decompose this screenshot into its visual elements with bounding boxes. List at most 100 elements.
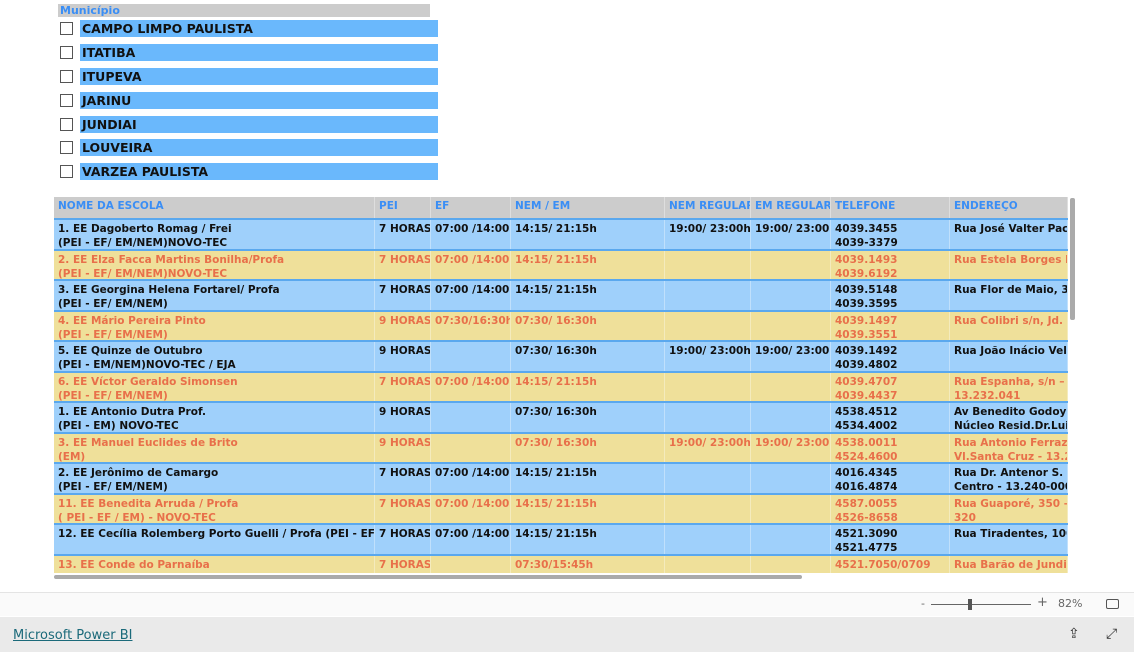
cell-text: 3. EE Manuel Euclides de Brito [58, 436, 238, 449]
cell-text: 07:30/ 16:30h [515, 406, 597, 418]
checkbox[interactable] [60, 22, 73, 36]
cell-text: Av Benedito Godoy Ca [954, 406, 1067, 418]
fit-page-icon[interactable] [1106, 599, 1119, 609]
slicer-item[interactable]: ITATIBA [58, 41, 438, 65]
cell-text: 4534.4002 [835, 420, 898, 432]
table-row[interactable]: 11. EE Benedita Arruda / Profa( PEI - EF… [54, 494, 1068, 525]
cell-text: (PEI - EF/ EM/NEM)NOVO-TEC [58, 237, 228, 249]
table-row[interactable]: 3. EE Manuel Euclides de Brito (EM) 9 HORA… [54, 433, 1068, 464]
table-cell: 7 HORAS [375, 281, 431, 310]
zoom-slider-thumb[interactable] [968, 599, 972, 610]
checkbox[interactable] [60, 46, 73, 60]
column-header[interactable]: NOME DA ESCOLA [54, 197, 375, 218]
cell-text: 3. EE Georgina Helena Fortarel/ Profa [58, 284, 280, 296]
table-row[interactable]: 13. EE Conde do Parnaíba 7 HORAS 07:30/15:… [54, 555, 1068, 573]
cell-text: (PEI - EF/ EM/NEM)NOVO-TEC [58, 267, 228, 280]
cell-text: Rua Tiradentes, 100 – [954, 528, 1067, 540]
cell-text: 4521.4775 [835, 542, 898, 554]
slicer-item[interactable]: LOUVEIRA [58, 136, 438, 160]
table-cell: Rua João Inácio Velasco [950, 342, 1068, 371]
table-cell: 9 HORAS [375, 433, 431, 462]
slicer-item[interactable]: JARINU [58, 88, 438, 112]
table-cell: 19:00/ 23:00h [665, 220, 751, 249]
zoom-in-button[interactable]: + [1037, 595, 1048, 610]
slicer-item-label: JARINU [80, 91, 438, 109]
table-cell: 12. EE Cecília Rolemberg Porto Guelli / … [54, 525, 375, 554]
checkbox[interactable] [60, 141, 73, 155]
slicer-item[interactable]: JUNDIAI [58, 112, 438, 136]
column-header[interactable]: NEM / EM [511, 197, 665, 218]
table-cell: 4521.3090 4521.4775 [831, 525, 950, 554]
column-header[interactable]: EM REGULAR [751, 197, 831, 218]
cell-text: 07:00 /14:00h [435, 497, 511, 510]
column-header[interactable]: EF [431, 197, 511, 218]
cell-text: Rua Guaporé, 350 – Vl [954, 497, 1067, 510]
table-cell: 1. EE Dagoberto Romag / Frei (PEI - EF/ E… [54, 220, 375, 249]
cell-text: 12. EE Cecília Rolemberg Porto Guelli / … [58, 528, 375, 540]
zoom-out-button[interactable]: - [921, 597, 925, 610]
cell-text: 4538.4512 [835, 406, 898, 418]
column-header[interactable]: NEM REGULAR [665, 197, 751, 218]
table-row[interactable]: 1. EE Dagoberto Romag / Frei (PEI - EF/ E… [54, 220, 1068, 251]
table-cell: 4039.1497 4039.3551 [831, 311, 950, 340]
horizontal-scrollbar[interactable] [54, 575, 802, 579]
column-header[interactable]: ENDEREÇO [950, 197, 1068, 218]
slicer-item[interactable]: CAMPO LIMPO PAULISTA [58, 17, 438, 41]
checkbox[interactable] [60, 165, 73, 179]
table-cell: 07:30/ 16:30h [511, 311, 665, 340]
table-row[interactable]: 4. EE Mário Pereira Pinto (PEI - EF/ EM/N… [54, 311, 1068, 342]
cell-text: (PEI - EM) NOVO-TEC [58, 420, 179, 432]
cell-text: Rua Espanha, s/n – Jd. [954, 375, 1067, 388]
table-cell: 6. EE Víctor Geraldo Simonsen (PEI - EF/ … [54, 372, 375, 401]
cell-text: Rua Antonio Ferraz Co [954, 436, 1068, 449]
cell-text: 7 HORAS [379, 253, 431, 266]
cell-text: 7 HORAS [379, 284, 431, 296]
table-cell: 07:30/ 16:30h [511, 433, 665, 462]
column-header[interactable]: TELEFONE [831, 197, 950, 218]
cell-text: 4526-8658 [835, 511, 898, 524]
zoom-slider[interactable] [931, 604, 1031, 605]
cell-text: 7 HORAS [379, 375, 431, 388]
table-cell [431, 555, 511, 573]
cell-text: 4039.4707 [835, 375, 898, 388]
checkbox[interactable] [60, 93, 73, 107]
cell-text: 4016.4345 [835, 467, 898, 479]
power-bi-link[interactable]: Microsoft Power BI [13, 628, 132, 643]
table-cell: 1. EE Antonio Dutra Prof. (PEI - EM) NOVO… [54, 403, 375, 432]
table-row[interactable]: 6. EE Víctor Geraldo Simonsen (PEI - EF/ … [54, 372, 1068, 403]
slicer-item[interactable]: ITUPEVA [58, 65, 438, 89]
slicer-item[interactable]: VARZEA PAULISTA [58, 160, 438, 184]
table-cell: 11. EE Benedita Arruda / Profa( PEI - EF… [54, 494, 375, 523]
table-cell: 4039.4707 4039.4437 [831, 372, 950, 401]
table-row[interactable]: 12. EE Cecília Rolemberg Porto Guelli / … [54, 525, 1068, 556]
table-row[interactable]: 5. EE Quinze de Outubro (PEI - EM/NEM)NOV… [54, 342, 1068, 373]
table-cell: Rua Espanha, s/n – Jd.13.232.041 [950, 372, 1068, 401]
cell-text: 4039.1497 [835, 314, 898, 327]
expand-icon[interactable]: ⤢ [1106, 626, 1117, 642]
table-cell: 07:30/ 16:30h [511, 342, 665, 371]
table-cell: 7 HORAS [375, 494, 431, 523]
cell-text: 07:00 /14:00h [435, 528, 511, 540]
cell-text: 9 HORAS [379, 406, 431, 418]
checkbox[interactable] [60, 69, 73, 83]
table-row[interactable]: 3. EE Georgina Helena Fortarel/ Profa (PE… [54, 281, 1068, 312]
table-row[interactable]: 2. EE Elza Facca Martins Bonilha/Profa (P… [54, 250, 1068, 281]
table-cell [751, 311, 831, 340]
table-cell: Rua Colibri s/n, Jd. Sa [950, 311, 1068, 340]
table-row[interactable]: 2. EE Jerônimo de Camargo (PEI - EF/ EM/N… [54, 464, 1068, 495]
share-icon[interactable]: ⇪ [1068, 626, 1080, 642]
cell-text: 14:15/ 21:15h [515, 284, 597, 296]
table-row[interactable]: 1. EE Antonio Dutra Prof. (PEI - EM) NOVO… [54, 403, 1068, 434]
vertical-scrollbar[interactable] [1070, 198, 1075, 320]
cell-text: Rua Flor de Maio, 30 – [954, 284, 1068, 296]
cell-text: 7 HORAS [379, 467, 431, 479]
slicer-item-label: VARZEA PAULISTA [80, 163, 438, 181]
zoom-bar: - + 82% [0, 592, 1134, 616]
checkbox[interactable] [60, 117, 73, 131]
table-cell [751, 372, 831, 401]
column-header[interactable]: PEI [375, 197, 431, 218]
cell-text: 13. EE Conde do Parnaíba [58, 558, 210, 571]
cell-text: Rua João Inácio Velasco [954, 345, 1067, 357]
cell-text: 6. EE Víctor Geraldo Simonsen [58, 375, 238, 388]
slicer-item-label: LOUVEIRA [80, 139, 438, 157]
